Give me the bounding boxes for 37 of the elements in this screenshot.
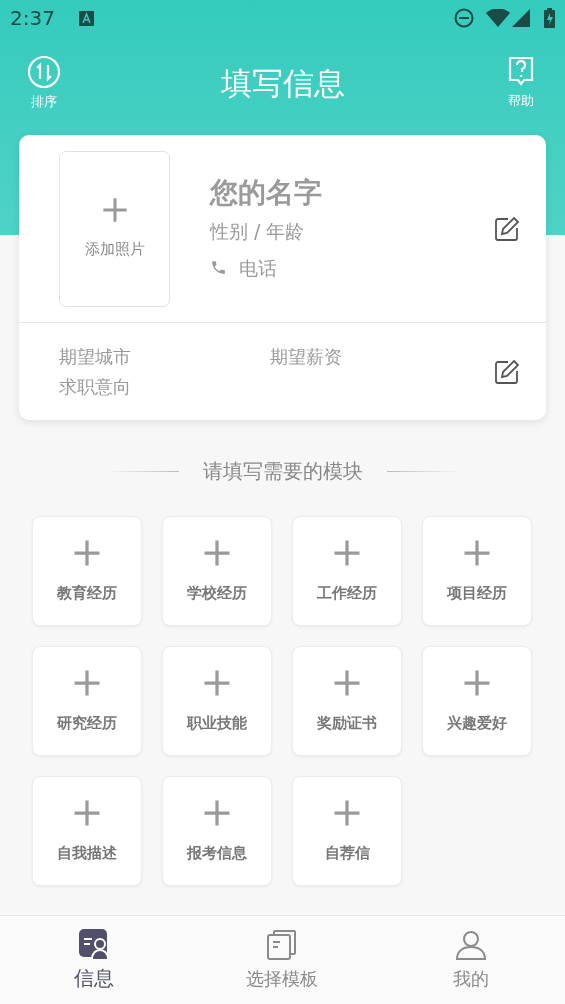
- do-not-disturb-icon: [454, 8, 474, 28]
- battery-icon: [544, 8, 555, 28]
- section-title: 请填写需要的模块: [202, 458, 363, 485]
- edit-icon[interactable]: [494, 358, 520, 385]
- module-tile[interactable]: 项目经历: [422, 516, 532, 626]
- signal-icon: [512, 9, 530, 27]
- person-icon: [454, 928, 487, 961]
- add-photo-button[interactable]: 添加照片: [59, 150, 170, 307]
- module-tile[interactable]: 职业技能: [162, 646, 272, 756]
- module-tile[interactable]: 奖励证书: [292, 646, 402, 756]
- module-tile[interactable]: 自我描述: [32, 776, 142, 886]
- module-tile[interactable]: 报考信息: [162, 776, 272, 886]
- name-text: 您的名字: [210, 175, 323, 211]
- module-tile[interactable]: 工作经历: [292, 516, 402, 626]
- city-text: 期望城市: [59, 345, 132, 369]
- phone-text: 电话: [239, 255, 277, 281]
- module-tile[interactable]: 研究经历: [32, 646, 142, 756]
- documents-icon: [266, 928, 299, 961]
- wifi-icon: [486, 9, 510, 27]
- module-tile[interactable]: 自荐信: [292, 776, 402, 886]
- module-tile[interactable]: 教育经历: [32, 516, 142, 626]
- sort-icon: [27, 54, 61, 89]
- intention-text: 求职意向: [59, 375, 132, 399]
- module-tile[interactable]: 学校经历: [162, 516, 272, 626]
- page-title: 填写信息: [220, 63, 345, 103]
- module-tile[interactable]: 兴趣爱好: [422, 646, 532, 756]
- nav-tab[interactable]: 我的: [376, 916, 565, 1004]
- keyboard-notification-icon: [78, 10, 94, 26]
- nav-tab[interactable]: 信息: [0, 916, 189, 1004]
- phone-icon: [210, 259, 227, 277]
- plus-icon: [100, 196, 129, 225]
- salary-text: 期望薪资: [270, 346, 342, 367]
- help-icon: [508, 55, 534, 88]
- gender-age-text: 性别 / 年龄: [210, 219, 306, 244]
- nav-tab[interactable]: 选择模板: [188, 916, 377, 1004]
- status-time: 2:37: [10, 5, 55, 32]
- edit-icon[interactable]: [494, 215, 520, 242]
